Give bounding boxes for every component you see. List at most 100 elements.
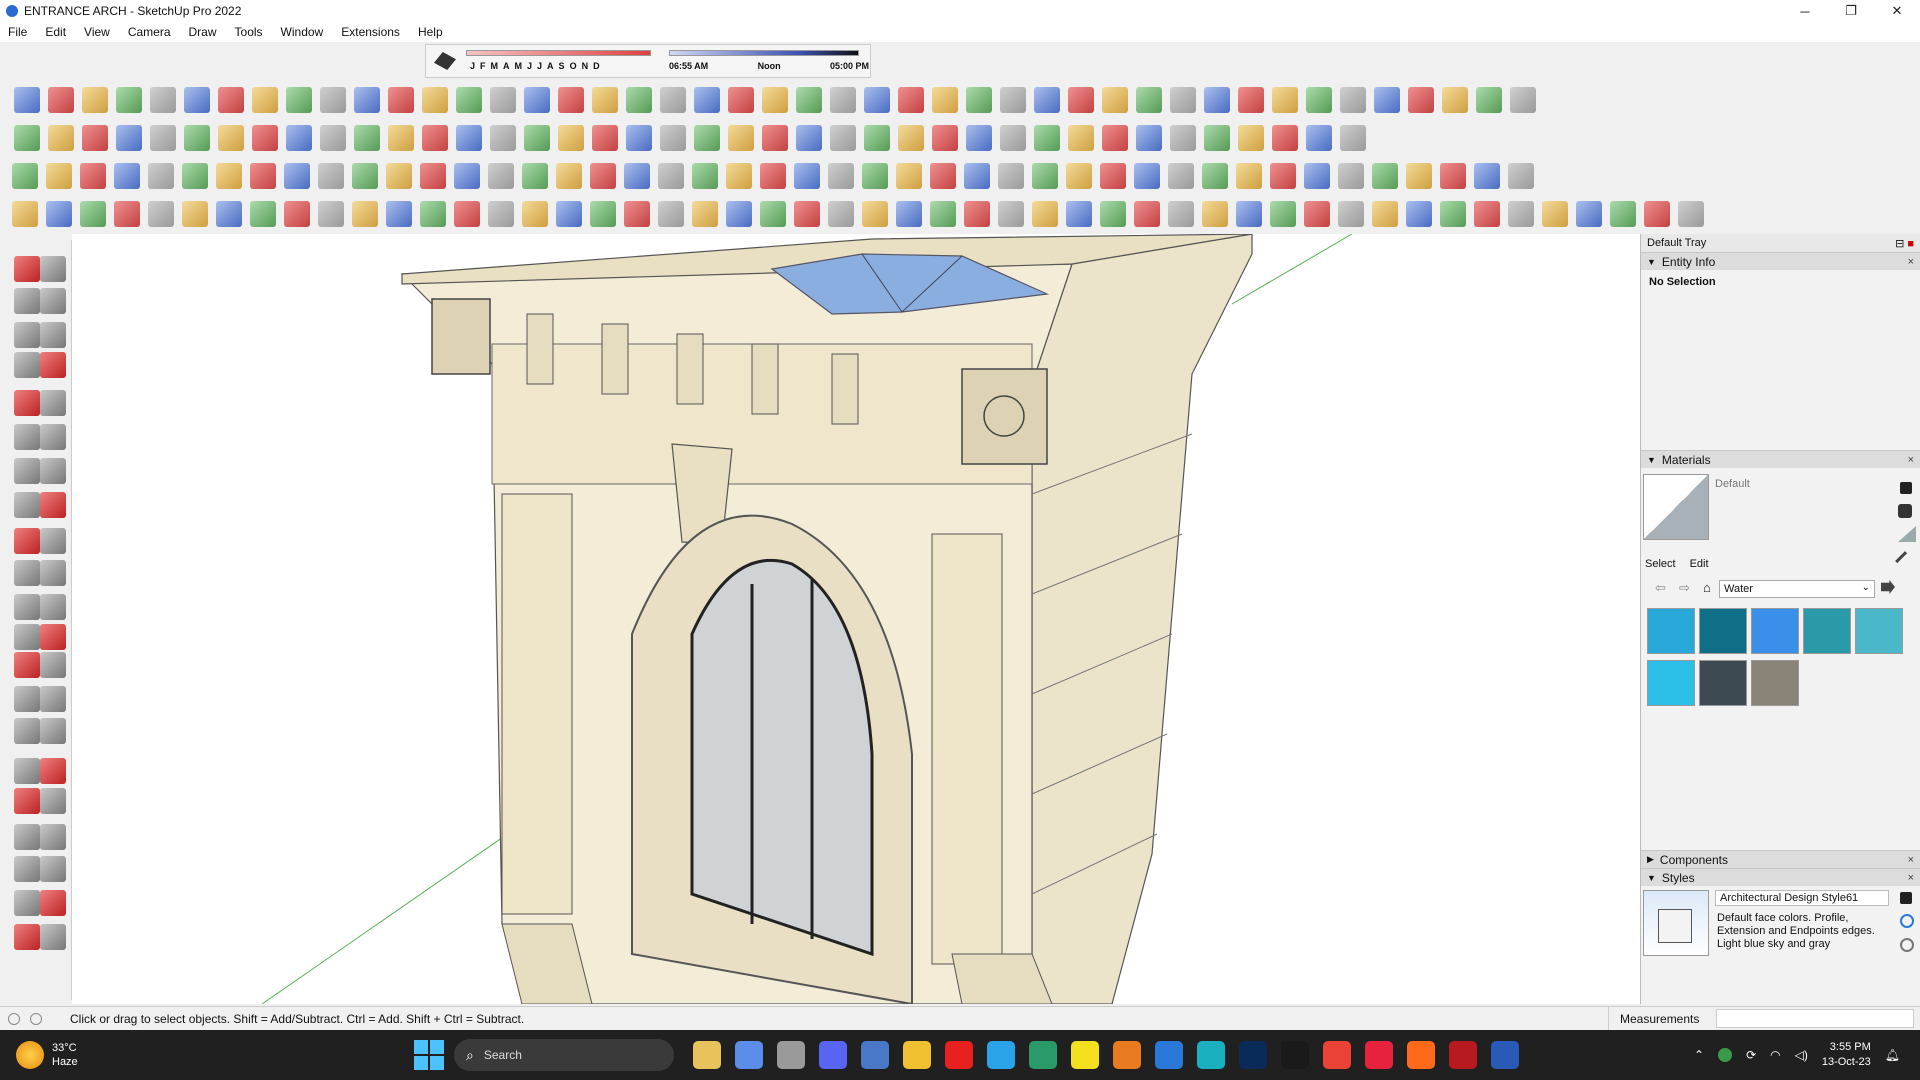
taskbar-app-icon[interactable] xyxy=(735,1041,763,1069)
taskbar-app-icon[interactable] xyxy=(1197,1041,1225,1069)
toolbar-tool-icon[interactable] xyxy=(590,201,616,227)
toolbar-tool-icon[interactable] xyxy=(1032,201,1058,227)
material-swatch[interactable] xyxy=(1751,608,1799,654)
toolbar-tool-icon[interactable] xyxy=(1034,125,1060,151)
forward-arrow-icon[interactable]: ⇨ xyxy=(1679,580,1690,596)
toolbar-tool-icon[interactable] xyxy=(590,163,616,189)
toolbar-tool-icon[interactable] xyxy=(48,87,74,113)
minimize-button[interactable]: ─ xyxy=(1782,0,1828,22)
toolbar-tool-icon[interactable] xyxy=(48,125,74,151)
toolbar-tool-icon[interactable] xyxy=(864,87,890,113)
toolbar-tool-icon[interactable] xyxy=(388,87,414,113)
toolbar-tool-icon[interactable] xyxy=(1204,87,1230,113)
left-tool-icon[interactable] xyxy=(14,924,40,950)
wifi-icon[interactable]: ◠ xyxy=(1770,1048,1780,1062)
toolbar-tool-icon[interactable] xyxy=(896,163,922,189)
toolbar-tool-icon[interactable] xyxy=(1236,163,1262,189)
toolbar-tool-icon[interactable] xyxy=(456,125,482,151)
toolbar-tool-icon[interactable] xyxy=(114,201,140,227)
taskbar-app-icon[interactable] xyxy=(1491,1041,1519,1069)
toolbar-tool-icon[interactable] xyxy=(1068,87,1094,113)
toolbar-tool-icon[interactable] xyxy=(660,87,686,113)
toolbar-tool-icon[interactable] xyxy=(1136,87,1162,113)
defender-icon[interactable] xyxy=(1718,1048,1733,1062)
close-button[interactable]: ✕ xyxy=(1874,0,1920,22)
toolbar-tool-icon[interactable] xyxy=(12,163,38,189)
toolbar-tool-icon[interactable] xyxy=(1306,87,1332,113)
back-arrow-icon[interactable]: ⇦ xyxy=(1655,580,1666,596)
toolbar-tool-icon[interactable] xyxy=(1202,201,1228,227)
toolbar-tool-icon[interactable] xyxy=(796,125,822,151)
toolbar-tool-icon[interactable] xyxy=(626,87,652,113)
toolbar-tool-icon[interactable] xyxy=(1406,163,1432,189)
left-tool-icon[interactable] xyxy=(14,492,40,518)
toolbar-tool-icon[interactable] xyxy=(626,125,652,151)
toolbar-tool-icon[interactable] xyxy=(930,201,956,227)
toolbar-tool-icon[interactable] xyxy=(14,87,40,113)
toolbar-tool-icon[interactable] xyxy=(1440,163,1466,189)
left-tool-icon[interactable] xyxy=(40,856,66,882)
taskbar-app-icon[interactable] xyxy=(1407,1041,1435,1069)
left-tool-icon[interactable] xyxy=(14,458,40,484)
toolbar-tool-icon[interactable] xyxy=(828,163,854,189)
toolbar-tool-icon[interactable] xyxy=(252,125,278,151)
entity-info-close-icon[interactable]: × xyxy=(1908,256,1914,268)
notification-bell-icon[interactable]: 🔔︎ xyxy=(1885,1048,1900,1062)
left-tool-icon[interactable] xyxy=(14,424,40,450)
sync-icon[interactable]: ⟳ xyxy=(1746,1048,1756,1062)
left-tool-icon[interactable] xyxy=(40,624,66,650)
toolbar-tool-icon[interactable] xyxy=(182,201,208,227)
material-swatch[interactable] xyxy=(1855,608,1903,654)
menu-draw[interactable]: Draw xyxy=(189,25,217,39)
toolbar-tool-icon[interactable] xyxy=(352,201,378,227)
toolbar-tool-icon[interactable] xyxy=(624,201,650,227)
toolbar-tool-icon[interactable] xyxy=(218,87,244,113)
left-tool-icon[interactable] xyxy=(40,352,66,378)
taskbar-app-icon[interactable] xyxy=(861,1041,889,1069)
time-slider-track[interactable] xyxy=(669,50,859,56)
toolbar-tool-icon[interactable] xyxy=(796,87,822,113)
toolbar-tool-icon[interactable] xyxy=(998,163,1024,189)
toolbar-tool-icon[interactable] xyxy=(82,87,108,113)
toolbar-tool-icon[interactable] xyxy=(930,163,956,189)
toolbar-tool-icon[interactable] xyxy=(966,87,992,113)
toolbar-tool-icon[interactable] xyxy=(862,163,888,189)
toolbar-tool-icon[interactable] xyxy=(1644,201,1670,227)
toolbar-tool-icon[interactable] xyxy=(422,125,448,151)
toolbar-tool-icon[interactable] xyxy=(558,87,584,113)
left-tool-icon[interactable] xyxy=(40,528,66,554)
toolbar-tool-icon[interactable] xyxy=(386,201,412,227)
toolbar-tool-icon[interactable] xyxy=(490,87,516,113)
taskbar-app-icon[interactable] xyxy=(1323,1041,1351,1069)
toolbar-tool-icon[interactable] xyxy=(1170,87,1196,113)
toolbar-tool-icon[interactable] xyxy=(454,163,480,189)
toolbar-tool-icon[interactable] xyxy=(794,163,820,189)
toolbar-tool-icon[interactable] xyxy=(1542,201,1568,227)
create-style-icon[interactable] xyxy=(1900,892,1912,904)
toolbar-tool-icon[interactable] xyxy=(1170,125,1196,151)
home-icon[interactable]: ⌂ xyxy=(1703,580,1711,595)
toolbar-tool-icon[interactable] xyxy=(624,163,650,189)
weather-icon[interactable] xyxy=(16,1041,44,1069)
toolbar-tool-icon[interactable] xyxy=(1168,201,1194,227)
left-tool-icon[interactable] xyxy=(14,352,40,378)
toolbar-tool-icon[interactable] xyxy=(1032,163,1058,189)
toolbar-tool-icon[interactable] xyxy=(1476,87,1502,113)
taskbar-app-icon[interactable] xyxy=(693,1041,721,1069)
taskbar-app-icon[interactable] xyxy=(1029,1041,1057,1069)
taskbar-app-icon[interactable] xyxy=(1365,1041,1393,1069)
toolbar-tool-icon[interactable] xyxy=(1374,87,1400,113)
toolbar-tool-icon[interactable] xyxy=(386,163,412,189)
taskbar-app-icon[interactable] xyxy=(777,1041,805,1069)
toolbar-tool-icon[interactable] xyxy=(1304,201,1330,227)
material-swatch[interactable] xyxy=(1647,660,1695,706)
toolbar-tool-icon[interactable] xyxy=(318,163,344,189)
taskbar-app-icon[interactable] xyxy=(1113,1041,1141,1069)
taskbar-app-icon[interactable] xyxy=(819,1041,847,1069)
toolbar-tool-icon[interactable] xyxy=(1102,125,1128,151)
left-tool-icon[interactable] xyxy=(40,390,66,416)
left-tool-icon[interactable] xyxy=(40,322,66,348)
menu-view[interactable]: View xyxy=(84,25,110,39)
left-tool-icon[interactable] xyxy=(40,686,66,712)
material-swatch[interactable] xyxy=(1699,608,1747,654)
